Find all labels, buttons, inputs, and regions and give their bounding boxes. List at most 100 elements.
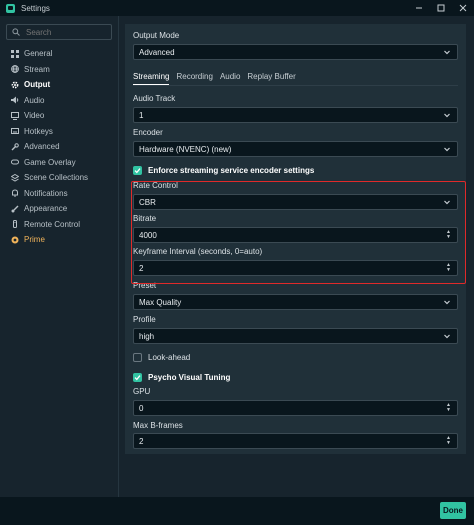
sidebar-item-stream[interactable]: Stream	[0, 62, 119, 78]
close-icon	[459, 4, 467, 12]
output-mode-value: Advanced	[139, 47, 175, 57]
speaker-icon	[10, 96, 19, 105]
max-b-frames-input[interactable]: 2 ▲ ▼	[133, 433, 458, 449]
sidebar-item-label: Hotkeys	[24, 126, 53, 136]
rate-control-label: Rate Control	[133, 181, 178, 190]
keyframe-interval-input[interactable]: 2 ▲ ▼	[133, 260, 458, 276]
app-logo-icon	[6, 3, 15, 13]
keyboard-icon	[10, 127, 19, 136]
output-mode-select[interactable]: Advanced	[133, 44, 458, 60]
chevron-down-icon	[444, 147, 450, 152]
max-b-frames-value: 2	[139, 436, 144, 446]
gpu-input[interactable]: 0 ▲ ▼	[133, 400, 458, 416]
encoder-select[interactable]: Hardware (NVENC) (new)	[133, 141, 458, 157]
sidebar-item-label: Appearance	[24, 204, 68, 214]
maximize-icon	[437, 4, 445, 12]
sidebar-item-label: Scene Collections	[24, 173, 89, 183]
stepper-arrows-icon[interactable]: ▲ ▼	[446, 403, 451, 413]
sidebar-item-scene-collections[interactable]: Scene Collections	[0, 170, 119, 186]
audio-track-label: Audio Track	[133, 94, 176, 103]
sidebar-item-label: General	[24, 49, 53, 59]
stepper-arrows-icon[interactable]: ▲ ▼	[446, 230, 451, 240]
sidebar-item-appearance[interactable]: Appearance	[0, 201, 119, 217]
sidebar-item-hotkeys[interactable]: Hotkeys	[0, 124, 119, 140]
sidebar-item-remote-control[interactable]: Remote Control	[0, 217, 119, 233]
sidebar-item-label: Advanced	[24, 142, 60, 152]
max-b-frames-label: Max B-frames	[133, 421, 183, 430]
tab-streaming[interactable]: Streaming	[133, 72, 170, 85]
enforce-encoder-settings-checkbox[interactable]: Enforce streaming service encoder settin…	[133, 166, 314, 175]
output-settings-panel: Output Mode Advanced Streaming Recording…	[125, 24, 466, 454]
title-bar: Settings	[0, 0, 474, 16]
sidebar-item-notifications[interactable]: Notifications	[0, 186, 119, 202]
remote-icon	[10, 220, 19, 229]
psycho-visual-tuning-label: Psycho Visual Tuning	[148, 373, 231, 382]
brush-icon	[10, 204, 19, 213]
checkmark-icon	[133, 166, 142, 175]
stepper-arrows-icon[interactable]: ▲ ▼	[446, 263, 451, 273]
preset-select[interactable]: Max Quality	[133, 294, 458, 310]
tab-recording[interactable]: Recording	[176, 72, 212, 85]
sidebar-item-label: Output	[24, 80, 51, 90]
prime-icon	[10, 235, 19, 244]
search-icon	[12, 28, 20, 36]
minimize-icon	[416, 7, 422, 9]
sidebar-item-label: Stream	[24, 64, 50, 74]
maximize-button[interactable]	[430, 0, 452, 16]
sidebar-item-audio[interactable]: Audio	[0, 93, 119, 109]
sidebar-item-prime[interactable]: Prime	[0, 232, 119, 248]
settings-sidebar: General Stream Output Audio Video Hotkey…	[0, 16, 119, 497]
look-ahead-checkbox[interactable]: Look-ahead	[133, 353, 190, 362]
window-controls	[408, 0, 474, 16]
chevron-down-icon	[444, 200, 450, 205]
close-button[interactable]	[452, 0, 474, 16]
settings-nav: General Stream Output Audio Video Hotkey…	[0, 46, 119, 248]
enforce-encoder-settings-label: Enforce streaming service encoder settin…	[148, 166, 315, 175]
layers-icon	[10, 173, 19, 182]
display-icon	[10, 111, 19, 120]
minimize-button[interactable]	[408, 0, 430, 16]
bitrate-value: 4000	[139, 230, 157, 240]
keyframe-interval-value: 2	[139, 263, 144, 273]
done-button[interactable]: Done	[440, 502, 466, 519]
output-mode-label: Output Mode	[133, 31, 180, 40]
profile-select[interactable]: high	[133, 328, 458, 344]
search-box[interactable]	[6, 24, 112, 40]
sidebar-item-video[interactable]: Video	[0, 108, 119, 124]
sidebar-item-general[interactable]: General	[0, 46, 119, 62]
window-title: Settings	[21, 3, 50, 13]
audio-track-select[interactable]: 1	[133, 107, 458, 123]
encoder-value: Hardware (NVENC) (new)	[139, 144, 232, 154]
globe-icon	[10, 65, 19, 74]
preset-value: Max Quality	[139, 297, 182, 307]
bell-icon	[10, 189, 19, 198]
sidebar-item-label: Game Overlay	[24, 157, 76, 167]
rate-control-value: CBR	[139, 197, 156, 207]
look-ahead-label: Look-ahead	[148, 353, 191, 362]
profile-value: high	[139, 331, 155, 341]
tab-audio[interactable]: Audio	[220, 72, 240, 85]
stepper-arrows-icon[interactable]: ▲ ▼	[446, 436, 451, 446]
sidebar-item-game-overlay[interactable]: Game Overlay	[0, 155, 119, 171]
search-input[interactable]	[26, 27, 106, 37]
sidebar-item-label: Audio	[24, 95, 45, 105]
footer-bar: Done	[0, 497, 474, 525]
bitrate-label: Bitrate	[133, 214, 157, 223]
wrench-icon	[10, 142, 19, 151]
sidebar-item-label: Notifications	[24, 188, 68, 198]
sidebar-item-advanced[interactable]: Advanced	[0, 139, 119, 155]
audio-track-value: 1	[139, 110, 144, 120]
grid-icon	[10, 49, 19, 58]
sidebar-item-output[interactable]: Output	[0, 77, 119, 93]
bitrate-input[interactable]: 4000 ▲ ▼	[133, 227, 458, 243]
rate-control-select[interactable]: CBR	[133, 194, 458, 210]
output-tabs: Streaming Recording Audio Replay Buffer	[133, 72, 303, 85]
encoder-label: Encoder	[133, 128, 163, 137]
gear-icon	[10, 80, 19, 89]
gamepad-icon	[10, 158, 19, 167]
psycho-visual-tuning-checkbox[interactable]: Psycho Visual Tuning	[133, 373, 230, 382]
profile-label: Profile	[133, 315, 156, 324]
checkbox-empty-icon	[133, 353, 142, 362]
chevron-down-icon	[444, 300, 450, 305]
tab-replay-buffer[interactable]: Replay Buffer	[247, 72, 295, 85]
